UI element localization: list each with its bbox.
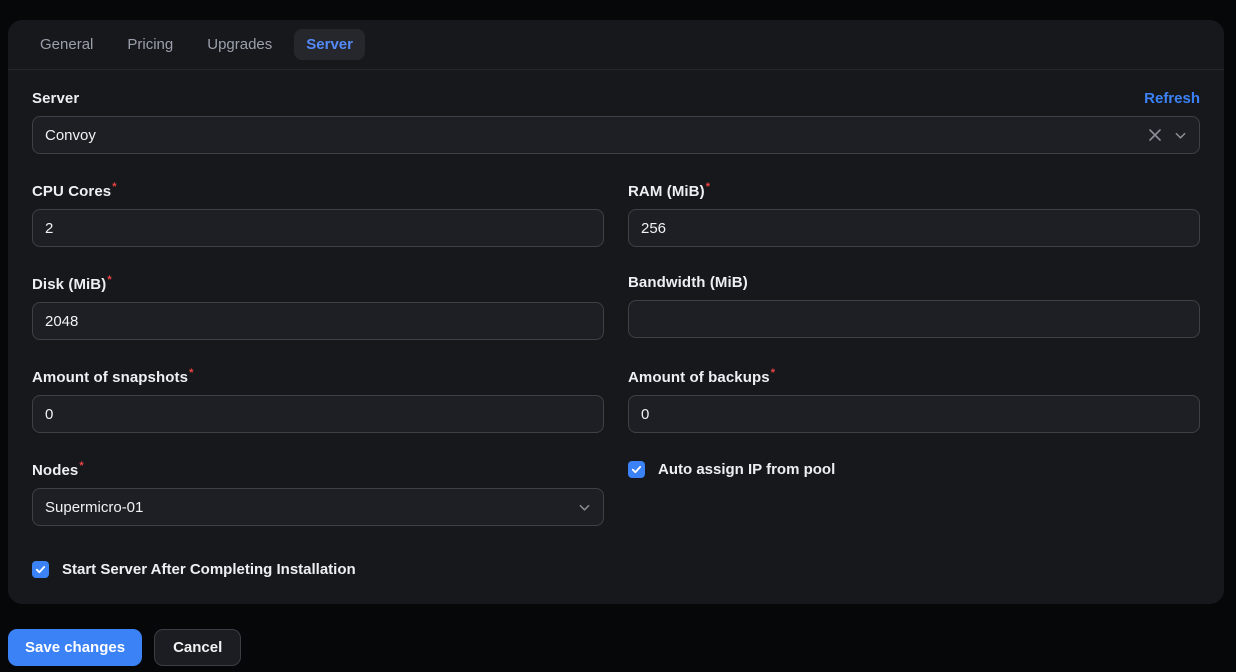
bandwidth-label: Bandwidth (MiB) [628,274,748,291]
form-actions: Save changes Cancel [8,629,242,666]
disk-label: Disk (MiB)* [32,274,112,293]
required-asterisk: * [770,367,776,379]
tab-pricing[interactable]: Pricing [115,29,185,60]
ram-field: RAM (MiB)* [628,181,1200,247]
nodes-label: Nodes* [32,460,84,479]
server-settings-panel: General Pricing Upgrades Server Server R… [8,20,1224,604]
disk-input[interactable] [32,302,604,340]
save-changes-button[interactable]: Save changes [8,629,143,666]
start-server-checkbox-row[interactable]: Start Server After Completing Installati… [32,561,1200,578]
snapshots-input[interactable] [32,395,604,433]
backups-input[interactable] [628,395,1200,433]
checkbox-checked-icon[interactable] [32,561,49,578]
bandwidth-input[interactable] [628,300,1200,338]
nodes-select-value: Supermicro-01 [45,498,144,516]
bandwidth-field: Bandwidth (MiB) [628,274,1200,338]
chevron-down-icon[interactable] [578,501,591,514]
auto-assign-ip-label: Auto assign IP from pool [658,461,836,478]
required-asterisk: * [112,181,117,193]
nodes-select[interactable]: Supermicro-01 [32,488,604,526]
backups-field: Amount of backups* [628,367,1200,433]
panel-body: Server Refresh Convoy CPU Cores* 2 RAM (… [8,70,1224,604]
auto-assign-ip-checkbox-row[interactable]: Auto assign IP from pool [628,461,1200,478]
tab-general[interactable]: General [28,29,105,60]
ram-input[interactable] [628,209,1200,247]
snapshots-label: Amount of snapshots* [32,367,194,386]
required-asterisk: * [107,274,112,286]
snapshots-field: Amount of snapshots* [32,367,604,433]
cancel-button[interactable]: Cancel [154,629,242,666]
start-server-label: Start Server After Completing Installati… [62,561,356,578]
chevron-down-icon[interactable] [1174,129,1187,142]
required-asterisk: * [189,367,194,379]
tab-bar: General Pricing Upgrades Server [8,20,1224,69]
clear-icon[interactable] [1148,128,1162,142]
server-label: Server [32,90,80,107]
checkbox-checked-icon[interactable] [628,461,645,478]
tab-upgrades[interactable]: Upgrades [195,29,284,60]
server-select[interactable]: Convoy [32,116,1200,154]
ram-label: RAM (MiB)* [628,181,711,200]
nodes-field: Nodes* Supermicro-01 [32,460,604,526]
server-field: Server Refresh Convoy [32,90,1200,154]
backups-label: Amount of backups* [628,367,776,386]
cpu-cores-field: CPU Cores* [32,181,604,247]
disk-field: Disk (MiB)* [32,274,604,340]
server-select-value: Convoy [45,126,96,144]
cpu-cores-label: CPU Cores* [32,181,117,200]
required-asterisk: * [705,181,711,193]
cpu-cores-input[interactable] [32,209,604,247]
refresh-link[interactable]: Refresh [1144,90,1200,107]
required-asterisk: * [79,460,84,472]
tab-server[interactable]: Server [294,29,365,60]
